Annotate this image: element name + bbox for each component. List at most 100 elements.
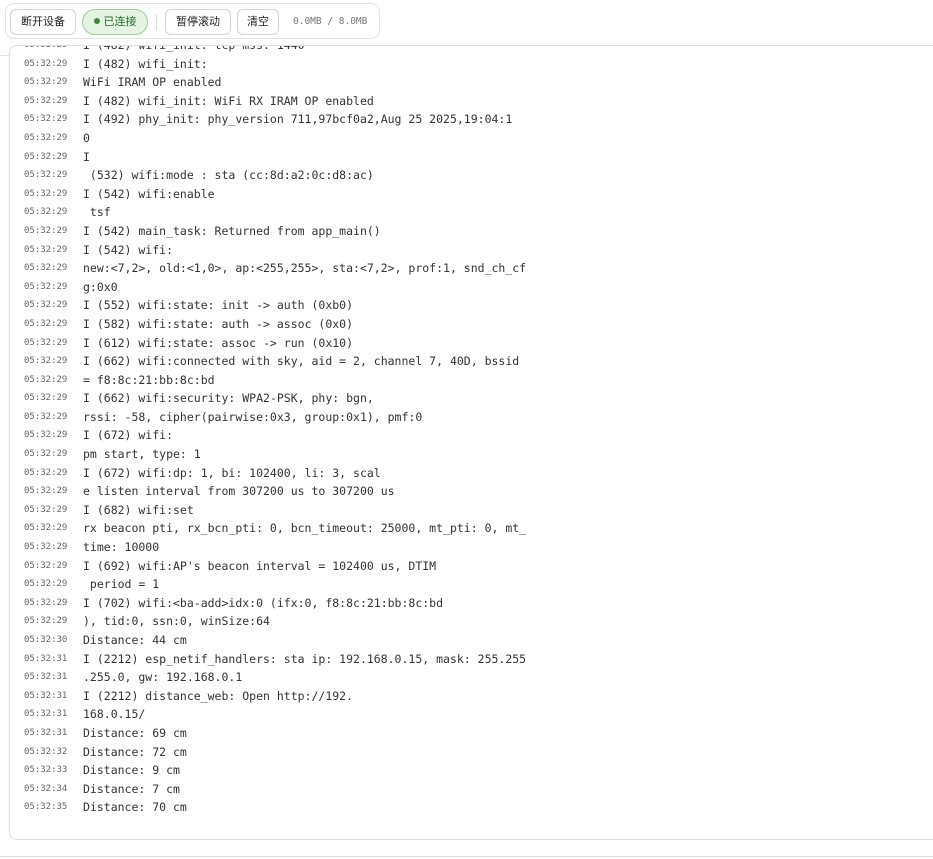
pause-scroll-button[interactable]: 暂停滚动 (165, 9, 231, 35)
log-line: 05:32:29 I (682) wifi:set (10, 501, 933, 520)
connection-status-badge: 已连接 (82, 9, 148, 35)
log-message: I (482) wifi_init: tcp mss: 1440 (83, 45, 305, 52)
log-message: g:0x0 (83, 279, 118, 294)
log-message: new:<7,2>, old:<1,0>, ap:<255,255>, sta:… (83, 261, 527, 276)
log-message: I (552) wifi:state: init -> auth (0xb0) (83, 298, 354, 313)
log-timestamp: 05:32:29 (24, 579, 68, 590)
log-line: 05:32:29 I (672) wifi: (10, 426, 933, 445)
log-message: WiFi IRAM OP enabled (83, 75, 222, 90)
log-message: 0 (83, 130, 90, 145)
log-timestamp: 05:32:29 (24, 114, 68, 125)
log-line: 05:32:29 tsf (10, 203, 933, 222)
log-timestamp: 05:32:29 (24, 244, 68, 255)
log-message: rx beacon pti, rx_bcn_pti: 0, bcn_timeou… (83, 521, 527, 536)
log-message: I (612) wifi:state: assoc -> run (0x10) (83, 335, 354, 350)
log-line: 05:32:29 I (612) wifi:state: assoc -> run… (10, 334, 933, 353)
log-message: Distance: 7 cm (83, 781, 180, 796)
log-timestamp: 05:32:30 (24, 635, 68, 645)
log-line: 05:32:29 I (482) wifi_init: (10, 55, 933, 74)
log-line: 05:32:34 Distance: 7 cm (10, 780, 933, 799)
log-timestamp: 05:32:29 (24, 58, 68, 69)
log-timestamp: 05:32:29 (24, 374, 68, 385)
log-message: = f8:8c:21:bb:8c:bd (83, 372, 215, 387)
log-line: 05:32:29 new:<7,2>, old:<1,0>, ap:<255,25… (10, 259, 933, 278)
log-message: ), tid:0, ssn:0, winSize:64 (83, 614, 270, 629)
log-message: I (542) wifi:enable (83, 186, 215, 201)
status-dot-icon (93, 18, 100, 24)
log-timestamp: 05:32:29 (24, 77, 68, 88)
log-message: I (672) wifi: (83, 428, 174, 443)
memory-usage: 0.0MB / 8.0MB (293, 16, 368, 27)
log-message: I (482) wifi_init: WiFi RX IRAM OP enabl… (83, 93, 374, 108)
log-line: 05:32:29 I (662) wifi:connected with sky,… (10, 352, 933, 371)
log-message: period = 1 (83, 577, 160, 592)
log-timestamp: 05:32:29 (24, 449, 68, 460)
log-timestamp: 05:32:29 (24, 523, 68, 534)
log-line: 05:32:30 Distance: 44 cm (10, 631, 933, 650)
log-message: time: 10000 (83, 540, 160, 555)
log-message: Distance: 72 cm (83, 744, 187, 759)
log-timestamp: 05:32:35 (24, 802, 68, 813)
log-timestamp: 05:32:31 (24, 672, 68, 683)
log-line: 05:32:31 Distance: 69 cm (10, 724, 933, 743)
log-message: I (83, 149, 90, 164)
log-message: tsf (83, 205, 111, 220)
log-timestamp: 05:32:29 (24, 132, 68, 143)
log-timestamp: 05:32:29 (24, 542, 68, 553)
log-timestamp: 05:32:29 (24, 356, 68, 367)
log-line: 05:32:29 e listen interval from 307200 us… (10, 482, 933, 501)
log-timestamp: 05:32:29 (24, 281, 68, 292)
log-list: 05:32:29 I (482) wifi_init: tcp mss: 1440… (10, 45, 933, 817)
log-message: I (2212) distance_web: Open http://192. (83, 688, 354, 703)
log-timestamp: 05:32:29 (24, 263, 68, 274)
log-message: Distance: 70 cm (83, 800, 187, 815)
log-message: .255.0, gw: 192.168.0.1 (83, 670, 243, 685)
log-message: Distance: 9 cm (83, 763, 180, 778)
log-line: 05:32:29 I (10, 148, 933, 167)
log-timestamp: 05:32:31 (24, 690, 68, 701)
log-line: 05:32:29 I (492) phy_init: phy_version 71… (10, 110, 933, 129)
log-timestamp: 05:32:29 (24, 300, 68, 311)
log-line: 05:32:29 I (672) wifi:dp: 1, bi: 102400, … (10, 464, 933, 483)
log-timestamp: 05:32:29 (24, 95, 68, 106)
log-timestamp: 05:32:29 (24, 430, 68, 441)
log-line: 05:32:29 I (542) main_task: Returned from… (10, 222, 933, 241)
log-message: e listen interval from 307200 us to 3072… (83, 484, 395, 499)
log-timestamp: 05:32:34 (24, 783, 68, 794)
log-message: I (492) phy_init: phy_version 711,97bcf0… (83, 112, 513, 127)
log-message: I (662) wifi:connected with sky, aid = 2… (83, 354, 520, 369)
log-line: 05:32:29 I (552) wifi:state: init -> auth… (10, 296, 933, 315)
log-line: 05:32:29 I (662) wifi:security: WPA2-PSK,… (10, 389, 933, 408)
log-message: rssi: -58, cipher(pairwise:0x3, group:0x… (83, 409, 423, 424)
log-line: 05:32:31 .255.0, gw: 192.168.0.1 (10, 668, 933, 687)
log-message: I (482) wifi_init: (83, 56, 208, 71)
log-line: 05:32:29 = f8:8c:21:bb:8c:bd (10, 371, 933, 390)
log-timestamp: 05:32:29 (24, 151, 68, 162)
log-message: I (692) wifi:AP's beacon interval = 1024… (83, 558, 437, 573)
log-timestamp: 05:32:29 (24, 504, 68, 515)
log-message: pm start, type: 1 (83, 447, 201, 462)
log-message: I (582) wifi:state: auth -> assoc (0x0) (83, 316, 354, 331)
log-line: 05:32:29 g:0x0 (10, 278, 933, 297)
log-timestamp: 05:32:31 (24, 653, 68, 664)
log-line: 05:32:35 Distance: 70 cm (10, 798, 933, 817)
log-line: 05:32:29 I (542) wifi:enable (10, 185, 933, 204)
log-line: 05:32:29 WiFi IRAM OP enabled (10, 73, 933, 92)
log-line: 05:32:31 I (2212) distance_web: Open http… (10, 687, 933, 706)
log-line: 05:32:29 I (542) wifi: (10, 241, 933, 260)
log-line: 05:32:29 rx beacon pti, rx_bcn_pti: 0, bc… (10, 519, 933, 538)
toolbar-divider (156, 14, 157, 30)
disconnect-device-button[interactable]: 断开设备 (10, 9, 76, 35)
log-line: 05:32:29 rssi: -58, cipher(pairwise:0x3, … (10, 408, 933, 427)
log-timestamp: 05:32:29 (24, 318, 68, 329)
log-timestamp: 05:32:29 (24, 411, 68, 422)
log-message: I (702) wifi:<ba-add>idx:0 (ifx:0, f8:8c… (83, 595, 444, 610)
log-timestamp: 05:32:29 (24, 170, 68, 181)
log-timestamp: 05:32:31 (24, 727, 68, 738)
connection-status-label: 已连接 (103, 15, 137, 28)
log-message: I (2212) esp_netif_handlers: sta ip: 192… (83, 651, 527, 666)
log-message: I (542) wifi: (83, 242, 174, 257)
clear-button[interactable]: 清空 (237, 9, 279, 35)
serial-log-panel[interactable]: 05:32:29 I (482) wifi_init: tcp mss: 1440… (9, 45, 933, 840)
log-line: 05:32:29 time: 10000 (10, 538, 933, 557)
